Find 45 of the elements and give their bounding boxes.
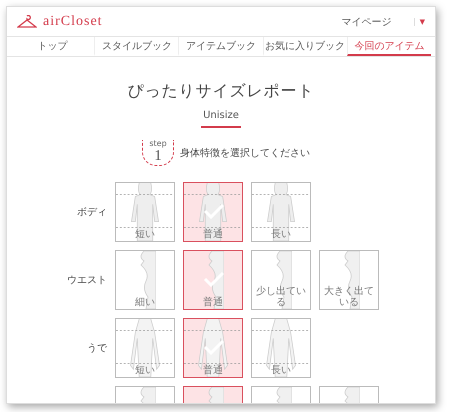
option-card[interactable]: 普通 — [183, 182, 243, 242]
arm-silhouette-icon — [116, 318, 174, 376]
option-card[interactable]: 短い — [115, 182, 175, 242]
nav-tab[interactable]: スタイルブック — [94, 37, 178, 56]
body-silhouette-icon — [116, 182, 174, 240]
nav-tab[interactable]: お気に入りブック — [262, 37, 347, 56]
option-card[interactable]: 長い — [251, 182, 311, 242]
hanger-icon — [17, 14, 37, 28]
nav-tab[interactable]: アイテムブック — [178, 37, 263, 56]
page-title: ぴったりサイズレポート — [126, 81, 316, 102]
step-label: step — [149, 140, 167, 148]
step-number: 1 — [154, 148, 162, 164]
row-label: うで — [86, 342, 108, 354]
option-card[interactable]: 普通 — [183, 250, 243, 310]
option-label: 短い — [134, 364, 156, 376]
body-silhouette-icon — [252, 182, 310, 240]
option-label: 普通 — [202, 296, 224, 308]
row-label: ボディ — [76, 206, 108, 218]
size-tab[interactable]: Unisize — [201, 110, 241, 128]
option-label: 長い — [270, 364, 292, 376]
option-label: 普通 — [202, 364, 224, 376]
option-card[interactable]: 大きく出ている — [319, 250, 379, 310]
option-label: 普通 — [202, 228, 224, 240]
option-card[interactable]: 少し出ている — [251, 250, 311, 310]
arm-silhouette-icon — [184, 318, 242, 376]
row-label: ウエスト — [66, 274, 108, 286]
logo-text: airCloset — [43, 14, 103, 30]
option-card[interactable]: 短い — [115, 318, 175, 378]
option-label: 大きく出ている — [323, 286, 375, 308]
step-instruction: 身体特徴を選択してください — [180, 146, 310, 160]
mypage-link[interactable]: マイページ — [342, 14, 392, 28]
option-label: 細い — [134, 296, 156, 308]
option-card[interactable]: 普通 — [183, 318, 243, 378]
option-label: 少し出ている — [255, 286, 307, 308]
nav-tab[interactable]: 今回のアイテム — [346, 37, 432, 56]
option-card[interactable]: 細い — [115, 250, 175, 310]
body-silhouette-icon — [184, 182, 242, 240]
option-card[interactable]: 長い — [251, 318, 311, 378]
arm-silhouette-icon — [252, 318, 310, 376]
check-icon — [203, 338, 225, 354]
nav-tab[interactable]: トップ — [11, 37, 94, 56]
option-label: 長い — [270, 228, 292, 240]
check-icon — [203, 270, 225, 286]
option-label: 短い — [134, 228, 156, 240]
check-icon — [203, 202, 225, 218]
